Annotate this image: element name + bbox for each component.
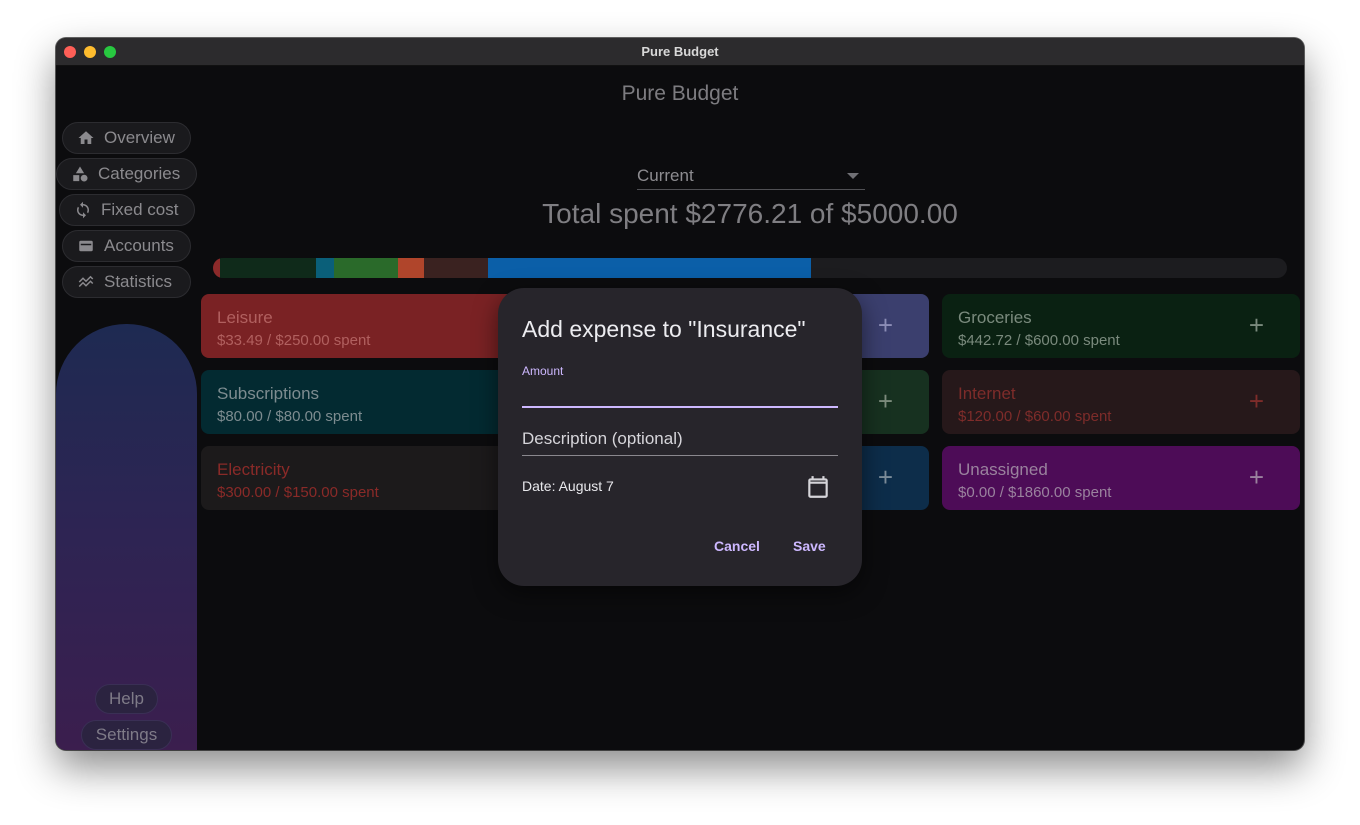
add-expense-button[interactable]: +: [1249, 464, 1264, 490]
dialog-title: Add expense to "Insurance": [522, 316, 806, 342]
category-card-internet[interactable]: Internet $120.00 / $60.00 spent +: [942, 370, 1300, 434]
category-spent: $120.00 / $60.00 spent: [958, 408, 1112, 425]
app-title: Pure Budget: [621, 82, 739, 105]
category-card-groceries[interactable]: Groceries $442.72 / $600.00 spent +: [942, 294, 1300, 358]
add-expense-button[interactable]: +: [878, 312, 893, 338]
sidebar-item-statistics[interactable]: Statistics: [62, 266, 191, 298]
zoom-window-button[interactable]: [104, 46, 116, 58]
sidebar-item-label: Accounts: [104, 236, 174, 255]
close-window-button[interactable]: [64, 46, 76, 58]
shapes-icon: [71, 165, 89, 183]
help-button[interactable]: Help: [95, 684, 158, 714]
category-card-leisure[interactable]: Leisure $33.49 / $250.00 spent: [201, 294, 541, 358]
spending-progress-bar: [213, 258, 1287, 278]
amount-label: Amount: [522, 364, 564, 378]
amount-input[interactable]: [522, 384, 838, 408]
category-card-electricity[interactable]: Electricity $300.00 / $150.00 spent: [201, 446, 541, 510]
category-card-subscriptions[interactable]: Subscriptions $80.00 / $80.00 spent: [201, 370, 541, 434]
wallet-icon: [77, 237, 95, 255]
sidebar-item-overview[interactable]: Overview: [62, 122, 191, 154]
category-spent: $0.00 / $1860.00 spent: [958, 484, 1112, 501]
sidebar-item-accounts[interactable]: Accounts: [62, 230, 191, 262]
home-icon: [77, 129, 95, 147]
add-expense-button[interactable]: +: [1249, 312, 1264, 338]
category-name: Internet: [958, 384, 1016, 403]
add-expense-button[interactable]: +: [878, 464, 893, 490]
progress-segment: [220, 258, 316, 278]
category-name: Electricity: [217, 460, 290, 479]
category-spent: $80.00 / $80.00 spent: [217, 408, 363, 425]
progress-segment: [424, 258, 488, 278]
sidebar-item-label: Statistics: [104, 272, 173, 291]
category-name: Unassigned: [958, 460, 1048, 479]
category-card-unassigned[interactable]: Unassigned $0.00 / $1860.00 spent +: [942, 446, 1300, 510]
total-spent-text: Total spent $2776.21 of $5000.00: [542, 198, 958, 229]
app-content: Pure Budget Overview Categories Fixed co…: [56, 66, 1304, 750]
add-expense-dialog: Add expense to "Insurance" Amount Date: …: [498, 288, 862, 586]
calendar-icon[interactable]: [805, 474, 831, 500]
date-text: Date: August 7: [522, 478, 614, 494]
sidebar-item-categories[interactable]: Categories: [56, 158, 197, 190]
cancel-button[interactable]: Cancel: [714, 538, 760, 554]
title-bar: Pure Budget: [56, 38, 1304, 66]
category-spent: $33.49 / $250.00 spent: [217, 332, 371, 349]
sidebar-item-label: Categories: [98, 164, 181, 183]
progress-segment: [316, 258, 334, 278]
progress-segment: [334, 258, 398, 278]
category-name: Subscriptions: [217, 384, 320, 403]
stats-icon: [77, 273, 95, 291]
add-expense-button[interactable]: +: [878, 388, 893, 414]
app-window: Pure Budget Pure Budget Overview Categor…: [56, 38, 1304, 750]
period-select[interactable]: Current: [637, 160, 865, 190]
sidebar-item-label: Overview: [104, 128, 175, 147]
category-name: Groceries: [958, 308, 1032, 327]
category-name: Leisure: [217, 308, 273, 327]
period-select-value: Current: [637, 166, 694, 185]
progress-segment: [213, 258, 220, 278]
add-expense-button[interactable]: +: [1249, 388, 1264, 414]
window-title: Pure Budget: [641, 44, 719, 59]
save-button[interactable]: Save: [793, 538, 826, 554]
category-spent: $300.00 / $150.00 spent: [217, 484, 379, 501]
minimize-window-button[interactable]: [84, 46, 96, 58]
description-input[interactable]: [522, 412, 838, 456]
progress-segment: [398, 258, 424, 278]
category-spent: $442.72 / $600.00 spent: [958, 332, 1120, 349]
progress-segment: [488, 258, 811, 278]
chevron-down-icon: [847, 173, 859, 179]
settings-button[interactable]: Settings: [81, 720, 172, 750]
